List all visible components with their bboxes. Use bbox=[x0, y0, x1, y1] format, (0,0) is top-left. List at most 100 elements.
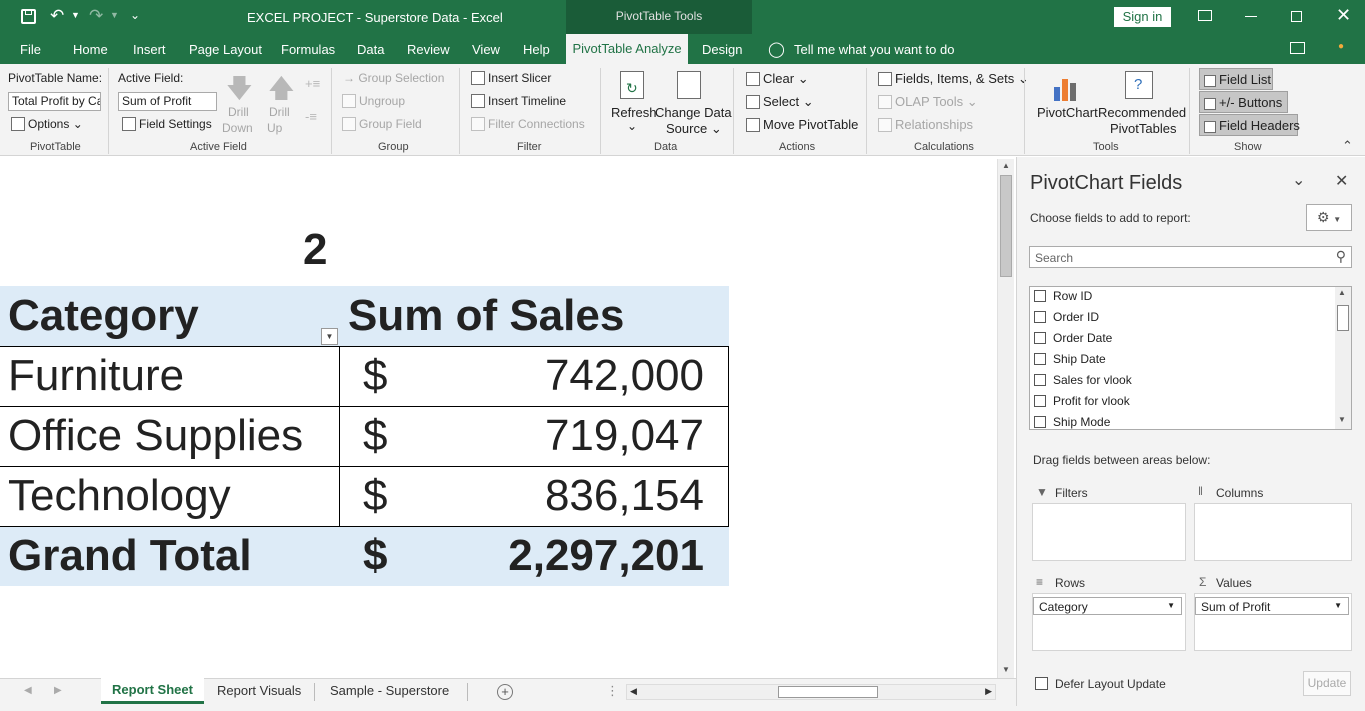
field-checkbox[interactable] bbox=[1034, 416, 1046, 428]
sign-in-button[interactable]: Sign in bbox=[1114, 7, 1171, 27]
pane-tools-button[interactable]: ⚙ ▼ bbox=[1306, 204, 1352, 231]
tab-review[interactable]: Review bbox=[407, 42, 450, 57]
tab-formulas[interactable]: Formulas bbox=[281, 42, 335, 57]
field-list-scrollbar-thumb[interactable] bbox=[1337, 305, 1349, 331]
tab-design[interactable]: Design bbox=[702, 42, 742, 57]
grand-total-label: Grand Total bbox=[8, 531, 252, 580]
field-item[interactable]: Sales for vlook bbox=[1034, 373, 1132, 387]
ribbon-display-options-icon[interactable] bbox=[1198, 10, 1212, 21]
sheet-tab-report-visuals[interactable]: Report Visuals bbox=[217, 683, 301, 698]
tell-me-input[interactable]: Tell me what you want to do bbox=[794, 42, 954, 57]
columns-area[interactable] bbox=[1194, 503, 1352, 561]
field-checkbox[interactable] bbox=[1034, 332, 1046, 344]
field-settings-button[interactable]: Field Settings bbox=[122, 117, 212, 131]
active-field-input[interactable]: Sum of Profit bbox=[118, 92, 217, 111]
tab-view[interactable]: View bbox=[472, 42, 500, 57]
refresh-icon[interactable]: ↻ bbox=[620, 71, 644, 99]
field-checkbox[interactable] bbox=[1034, 311, 1046, 323]
options-button[interactable]: Options ⌄ bbox=[11, 117, 83, 131]
recommended-pivottables-button[interactable]: Recommended bbox=[1098, 105, 1186, 120]
minimize-icon[interactable] bbox=[1245, 16, 1257, 17]
drill-up-label-1: Drill bbox=[269, 105, 290, 119]
tab-splitter-icon[interactable]: ⋮ bbox=[606, 683, 619, 699]
save-icon[interactable] bbox=[21, 9, 36, 24]
tab-home[interactable]: Home bbox=[73, 42, 108, 57]
values-field-dropdown[interactable]: Sum of Profit ▼ bbox=[1195, 597, 1349, 615]
category-filter-dropdown-icon[interactable]: ▼ bbox=[321, 328, 338, 345]
collapse-ribbon-icon[interactable]: ⌃ bbox=[1342, 138, 1353, 154]
field-item[interactable]: Order ID bbox=[1034, 310, 1099, 324]
tab-page-layout[interactable]: Page Layout bbox=[189, 42, 262, 57]
clear-button[interactable]: Clear ⌄ bbox=[746, 71, 809, 87]
comments-icon[interactable] bbox=[1290, 42, 1305, 54]
group-field-icon bbox=[342, 117, 356, 131]
refresh-button[interactable]: Refresh bbox=[611, 105, 657, 120]
slicer-icon bbox=[471, 71, 485, 85]
horizontal-scrollbar[interactable]: ◀ ▶ bbox=[626, 684, 996, 700]
field-list-scrollbar[interactable]: ▲ ▼ bbox=[1335, 287, 1351, 429]
rows-field-dropdown[interactable]: Category ▼ bbox=[1033, 597, 1182, 615]
scroll-tabs-right-icon[interactable]: ▶ bbox=[54, 685, 62, 696]
sheet-tab-sample-superstore[interactable]: Sample - Superstore bbox=[330, 683, 449, 698]
field-item[interactable]: Ship Date bbox=[1034, 352, 1106, 366]
recommended-pivottables-icon[interactable]: ? bbox=[1125, 71, 1153, 99]
defer-layout-label: Defer Layout Update bbox=[1055, 677, 1166, 691]
field-item[interactable]: Profit for vlook bbox=[1034, 394, 1130, 408]
field-checkbox[interactable] bbox=[1034, 290, 1046, 302]
group-label-data: Data bbox=[654, 141, 678, 153]
restore-icon[interactable] bbox=[1291, 11, 1302, 22]
pivotchart-icon[interactable] bbox=[1052, 73, 1080, 101]
sheet-tab-report-sheet[interactable]: Report Sheet bbox=[101, 678, 204, 704]
undo-icon[interactable]: ↶ bbox=[50, 6, 64, 26]
fields-items-sets-button[interactable]: Fields, Items, & Sets ⌄ bbox=[878, 71, 1029, 87]
move-pivottable-button[interactable]: Move PivotTable bbox=[746, 117, 858, 132]
pane-options-chevron-icon[interactable]: ⌄ bbox=[1292, 170, 1305, 190]
insert-slicer-button[interactable]: Insert Slicer bbox=[471, 71, 551, 85]
scroll-tabs-left-icon[interactable]: ◀ bbox=[24, 685, 32, 696]
undo-dropdown-icon[interactable]: ▼ bbox=[71, 10, 80, 20]
field-list-button[interactable]: Field List bbox=[1199, 68, 1273, 90]
tab-pivottable-analyze[interactable]: PivotTable Analyze bbox=[566, 34, 688, 64]
pane-close-icon[interactable]: ✕ bbox=[1335, 171, 1348, 191]
rows-dropdown-icon: ▼ bbox=[1167, 601, 1175, 610]
insert-timeline-button[interactable]: Insert Timeline bbox=[471, 94, 566, 108]
customize-qat-icon[interactable]: ⌄ bbox=[130, 8, 140, 22]
group-label-filter: Filter bbox=[517, 141, 542, 153]
field-checkbox[interactable] bbox=[1034, 395, 1046, 407]
field-checkbox[interactable] bbox=[1034, 374, 1046, 386]
horizontal-scrollbar-thumb[interactable] bbox=[778, 686, 878, 698]
group-label-pivottable: PivotTable bbox=[30, 141, 81, 153]
defer-layout-checkbox[interactable] bbox=[1035, 677, 1048, 690]
close-icon[interactable]: ✕ bbox=[1336, 5, 1351, 26]
field-item[interactable]: Ship Mode bbox=[1034, 415, 1110, 429]
olap-tools-icon bbox=[878, 95, 892, 109]
tab-insert[interactable]: Insert bbox=[133, 42, 166, 57]
field-item[interactable]: Row ID bbox=[1034, 289, 1092, 303]
vertical-scrollbar-thumb[interactable] bbox=[1000, 175, 1012, 277]
select-button[interactable]: Select ⌄ bbox=[746, 94, 814, 110]
row-category: Technology bbox=[8, 471, 231, 520]
plus-minus-icon bbox=[1204, 98, 1216, 110]
pivottable-name-input[interactable]: Total Profit by Category bbox=[8, 92, 101, 111]
plus-minus-buttons-button[interactable]: +/- Buttons bbox=[1199, 91, 1288, 113]
worksheet[interactable]: 2 Category ▼ Sum of Sales Furniture $ 74… bbox=[0, 157, 1016, 678]
change-data-source-button[interactable]: Change Data bbox=[655, 105, 732, 120]
tab-data[interactable]: Data bbox=[357, 42, 384, 57]
pivotchart-button[interactable]: PivotChart bbox=[1037, 105, 1098, 120]
field-item[interactable]: Order Date bbox=[1034, 331, 1112, 345]
change-data-source-icon[interactable] bbox=[677, 71, 701, 99]
tab-file[interactable]: File bbox=[20, 42, 41, 57]
field-search-input[interactable]: Search ⚲ bbox=[1029, 246, 1352, 268]
change-data-source-label-2: Source ⌄ bbox=[666, 121, 722, 136]
tab-help[interactable]: Help bbox=[523, 42, 550, 57]
grand-total-value: 2,297,201 bbox=[508, 531, 704, 580]
refresh-dropdown-icon[interactable]: ⌄ bbox=[627, 119, 637, 133]
new-sheet-icon[interactable]: + bbox=[497, 684, 513, 700]
field-headers-button[interactable]: Field Headers bbox=[1199, 114, 1300, 136]
vertical-scrollbar[interactable]: ▲ ▼ bbox=[997, 159, 1014, 678]
row-currency: $ bbox=[363, 471, 388, 520]
row-value: 836,154 bbox=[544, 471, 704, 520]
group-label-calculations: Calculations bbox=[914, 141, 974, 153]
field-checkbox[interactable] bbox=[1034, 353, 1046, 365]
filters-area[interactable] bbox=[1032, 503, 1186, 561]
